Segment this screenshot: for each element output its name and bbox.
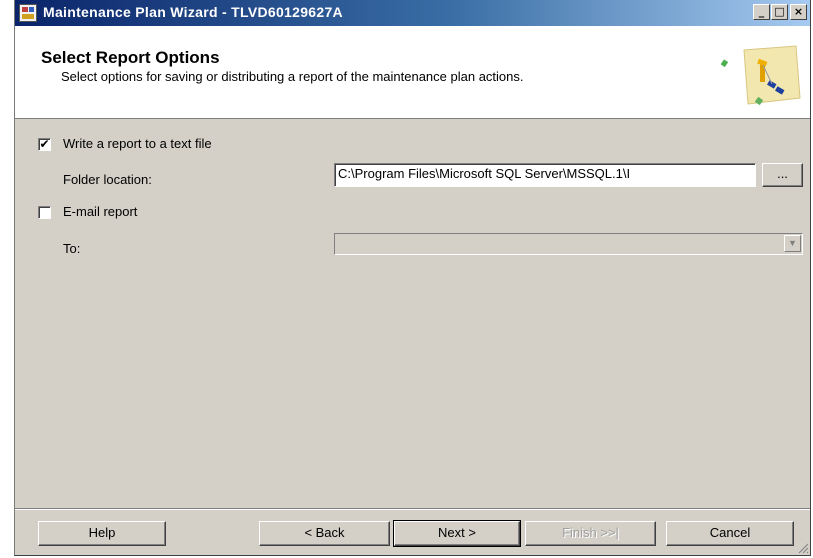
browse-folder-button[interactable]: ...	[762, 163, 803, 187]
title-bar[interactable]: Maintenance Plan Wizard - TLVD60129627A …	[15, 0, 810, 26]
close-button[interactable]: ×	[790, 4, 807, 20]
wizard-header: Select Report Options Select options for…	[15, 26, 810, 119]
back-button[interactable]: < Back	[259, 521, 390, 546]
email-recipient-select[interactable]: ▼	[334, 233, 803, 255]
maintenance-plan-icon[interactable]	[19, 4, 37, 22]
to-label: To:	[63, 241, 81, 256]
next-button[interactable]: Next >	[393, 520, 521, 547]
write-report-checkbox[interactable]: ✔	[38, 138, 51, 151]
maximize-button[interactable]: □	[771, 4, 788, 20]
folder-location-input[interactable]: C:\Program Files\Microsoft SQL Server\MS…	[334, 163, 756, 187]
wizard-window: Maintenance Plan Wizard - TLVD60129627A …	[14, 0, 811, 556]
chevron-down-icon[interactable]: ▼	[784, 235, 801, 252]
resize-grip-icon[interactable]	[797, 542, 809, 554]
write-report-label[interactable]: Write a report to a text file	[63, 136, 212, 151]
help-button[interactable]: Help	[38, 521, 166, 546]
window-title: Maintenance Plan Wizard - TLVD60129627A	[43, 4, 343, 20]
email-report-label[interactable]: E-mail report	[63, 204, 137, 219]
button-separator	[15, 508, 810, 510]
finish-button[interactable]: Finish >>|	[525, 521, 656, 546]
folder-location-label: Folder location:	[63, 172, 152, 187]
email-report-checkbox[interactable]	[38, 206, 51, 219]
page-title: Select Report Options	[41, 48, 220, 67]
page-subtitle: Select options for saving or distributin…	[61, 69, 524, 84]
wizard-diagram-icon	[720, 45, 801, 106]
minimize-button[interactable]: _	[753, 4, 770, 20]
cancel-button[interactable]: Cancel	[666, 521, 794, 546]
